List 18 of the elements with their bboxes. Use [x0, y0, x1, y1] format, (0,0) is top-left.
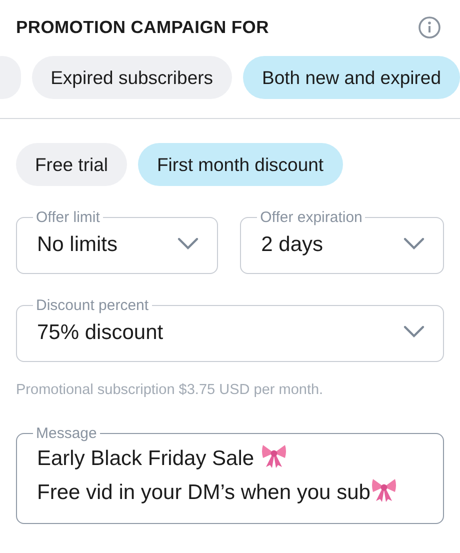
option-chip[interactable]: First month discount [138, 143, 343, 186]
field-label: Offer expiration [259, 210, 364, 226]
message-field[interactable]: Message Early Black Friday Sale Free vid in your DM’s when you sub [16, 426, 444, 524]
info-icon[interactable] [418, 16, 441, 39]
option-chip[interactable]: Free trial [16, 143, 127, 186]
dropdown-select[interactable]: Discount percent 75% discount [16, 298, 444, 362]
chevron-down-icon [177, 237, 200, 252]
field-label: Message [35, 426, 98, 441]
hint-text: Promotional subscription $3.75 USD per month. [16, 381, 324, 400]
chevron-down-icon [403, 325, 425, 340]
dropdown-select[interactable]: Offer limit No limits [16, 210, 218, 274]
option-chip[interactable]: Both new and expired [243, 56, 460, 100]
section-title: PROMOTION CAMPAIGN FOR [16, 16, 269, 39]
dropdown-select[interactable]: Offer expiration 2 days [240, 210, 444, 274]
chevron-down-icon [403, 237, 426, 252]
option-chip[interactable]: Expired subscribers [32, 56, 232, 100]
field-label: Offer limit [35, 210, 101, 226]
field-label: Discount percent [35, 298, 150, 314]
